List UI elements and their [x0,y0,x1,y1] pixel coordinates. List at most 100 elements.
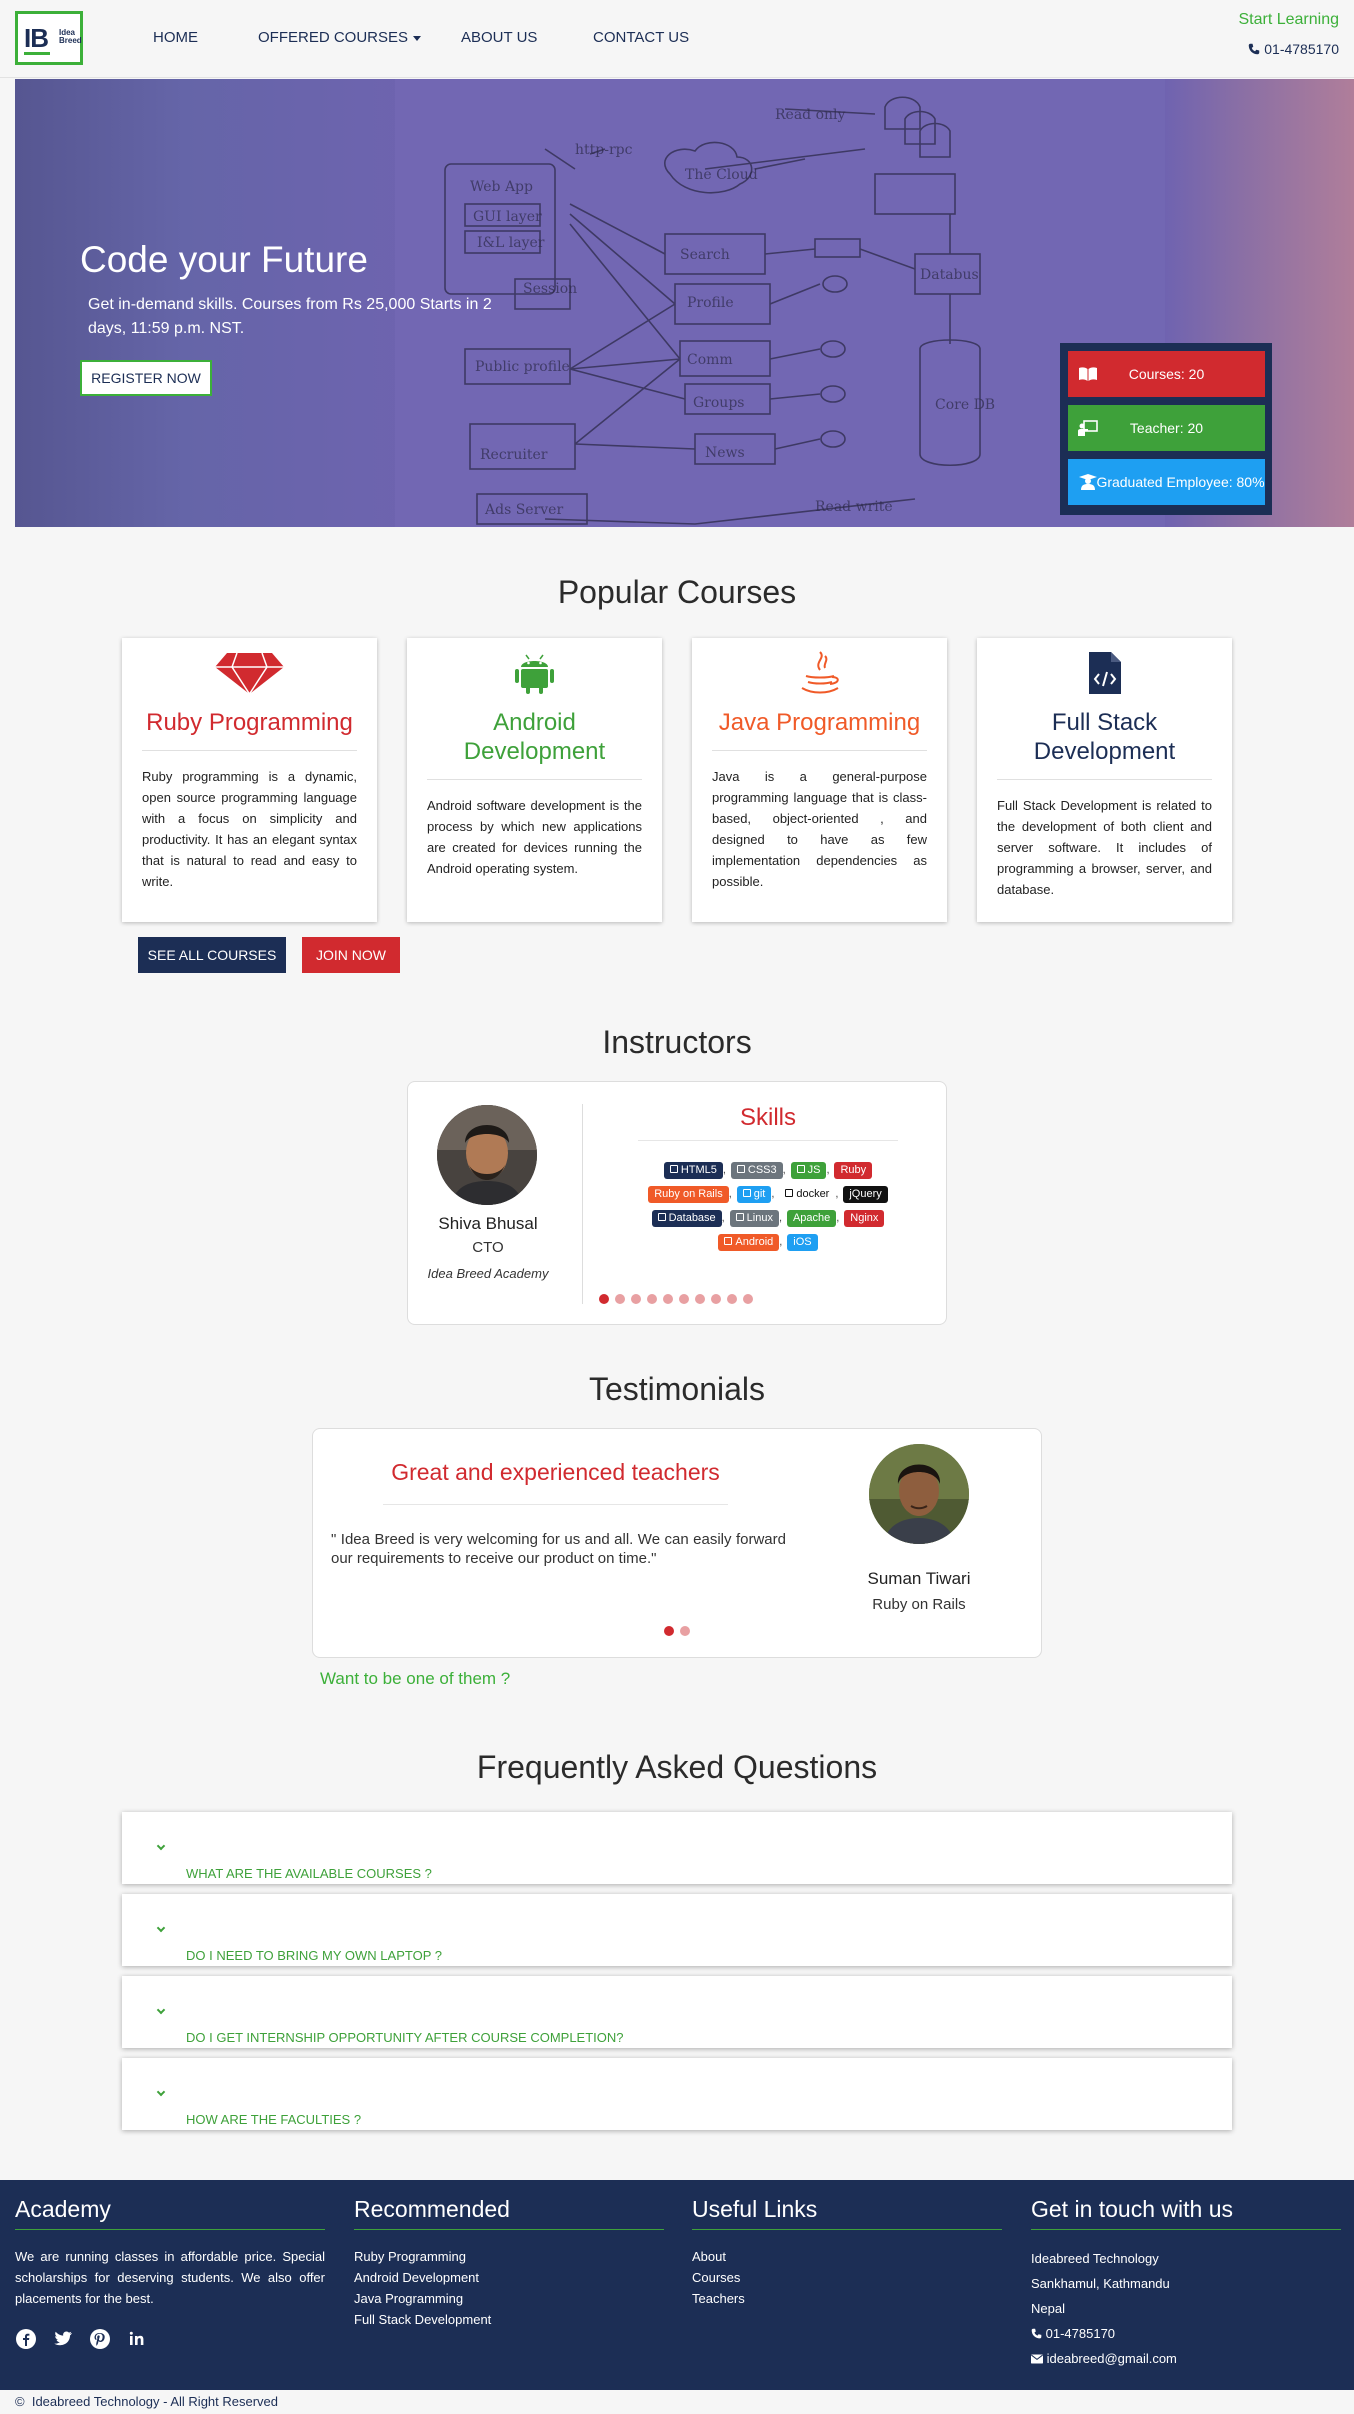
skill-badge: HTML5 [663,1162,723,1179]
copyright-text: Ideabreed Technology - All Right Reserve… [31,2394,279,2409]
footer-contact: Get in touch with us Ideabreed Technolog… [1031,2196,1341,2371]
facebook-icon[interactable] [15,2328,37,2350]
stat-courses: Courses: 20 [1068,351,1265,397]
logo-text: Idea Breed [59,28,82,45]
popular-courses-title: Popular Courses [557,574,797,610]
nav-phone[interactable]: 01-4785170 [1248,41,1339,57]
skill-badge: Apache [786,1210,837,1227]
svg-text:I&L layer: I&L layer [477,235,545,251]
gem-icon [215,652,284,696]
carousel-dot[interactable] [663,1294,673,1304]
carousel-dot[interactable] [743,1294,753,1304]
carousel-dot[interactable] [599,1294,609,1304]
svg-text:Session: Session [523,281,577,297]
chevron-down-icon [156,1841,166,1851]
svg-text:Public profile: Public profile [475,359,570,375]
skills-title: Skills [739,1104,796,1131]
carousel-dot[interactable] [695,1294,705,1304]
footer-phone[interactable]: 01-4785170 [1031,2321,1341,2346]
svg-text:News: News [705,445,745,461]
course-title: Java Programming [718,709,921,736]
stat-graduated-label: Graduated Employee: 80% [1096,474,1265,490]
database-icon [657,1213,666,1221]
footer-divider [1031,2229,1341,2230]
skill-badge: Android [718,1234,780,1251]
skill-badge: Ruby on Rails [648,1186,729,1203]
start-learning-link[interactable]: Start Learning [1238,11,1339,29]
footer-company: Ideabreed Technology [1031,2251,1159,2266]
nav-phone-number: 01-4785170 [1264,41,1339,57]
want-to-be-one-link[interactable]: Want to be one of them ? [320,1669,510,1689]
faq-item[interactable]: DO I GET INTERNSHIP OPPORTUNITY AFTER CO… [122,1976,1232,2048]
testimonial-course: Ruby on Rails [872,1596,966,1613]
carousel-dot[interactable] [615,1294,625,1304]
hero-banner: Web App GUI layer I&L layer Session Search P… [15,79,1354,527]
join-now-button[interactable]: JOIN NOW [302,937,400,973]
footer-link[interactable]: Java Programming [354,2288,664,2309]
testimonial-divider [383,1504,728,1505]
twitter-icon[interactable] [52,2328,74,2350]
skill-row: Database , Linux , Apache , Nginx [608,1210,928,1227]
carousel-dot[interactable] [631,1294,641,1304]
footer-link[interactable]: Courses [692,2267,1002,2288]
course-card-fullstack[interactable]: Full Stack Development Full Stack Develo… [977,638,1232,922]
navbar: IB Idea Breed HOME OFFERED COURSES ABOUT … [0,0,1354,78]
carousel-dot[interactable] [647,1294,657,1304]
faq-question: HOW ARE THE FACULTIES ? [154,2085,361,2127]
nav-about-us[interactable]: ABOUT US [461,29,537,46]
faq-item[interactable]: WHAT ARE THE AVAILABLE COURSES ? [122,1812,1232,1884]
footer-link[interactable]: Full Stack Development [354,2309,664,2330]
instructor-avatar [437,1105,537,1205]
carousel-dot[interactable] [664,1626,674,1636]
nav-contact-us[interactable]: CONTACT US [593,29,689,46]
svg-text:Web App: Web App [470,179,533,195]
see-all-courses-button[interactable]: SEE ALL COURSES [138,937,286,973]
course-divider [712,750,927,751]
course-description: Ruby programming is a dynamic, open sour… [142,769,357,889]
course-title: Full Stack Development [1033,709,1176,765]
footer-link[interactable]: Android Development [354,2267,664,2288]
svg-text:Recruiter: Recruiter [480,447,548,463]
testimonials-title: Testimonials [588,1371,766,1407]
footer-link[interactable]: Ruby Programming [354,2246,664,2267]
carousel-dot[interactable] [727,1294,737,1304]
linux-icon [735,1213,744,1221]
svg-text:Profile: Profile [687,295,734,311]
nav-offered-courses[interactable]: OFFERED COURSES [258,29,422,46]
faq-item[interactable]: HOW ARE THE FACULTIES ? [122,2058,1232,2130]
faq-item[interactable]: DO I NEED TO BRING MY OWN LAPTOP ? [122,1894,1232,1966]
testimonial-name: Suman Tiwari [867,1569,971,1588]
footer-email[interactable]: ideabreed@gmail.com [1031,2346,1341,2371]
course-card-ruby[interactable]: Ruby Programming Ruby programming is a d… [122,638,377,922]
svg-text:GUI layer: GUI layer [473,209,542,225]
course-card-android[interactable]: Android Development Android software dev… [407,638,662,922]
course-divider [142,750,357,751]
ideabreed-logo[interactable]: IB Idea Breed [15,11,83,65]
stat-courses-label: Courses: 20 [1128,366,1205,382]
skill-row: Ruby on Rails , git , docker , jQuery [608,1186,928,1203]
footer-address-line2: Nepal [1031,2301,1065,2316]
carousel-dot[interactable] [711,1294,721,1304]
skill-row: Android , iOS [608,1234,928,1251]
carousel-dot[interactable] [680,1626,690,1636]
course-card-java[interactable]: Java Programming Java is a general-purpo… [692,638,947,922]
html5-icon [669,1165,678,1173]
footer-link[interactable]: About [692,2246,1002,2267]
svg-text:http-rpc: http-rpc [575,142,633,158]
hero-title: Code your Future [80,239,368,280]
nav-home[interactable]: HOME [153,29,198,46]
faq-question: DO I GET INTERNSHIP OPPORTUNITY AFTER CO… [154,2003,624,2045]
phone-icon [1249,43,1260,55]
carousel-dot[interactable] [679,1294,689,1304]
android-icon [515,654,554,694]
footer-phone-number: 01-4785170 [1045,2326,1116,2341]
register-now-button[interactable]: REGISTER NOW [80,360,212,396]
chevron-down-icon [156,2005,166,2015]
course-description: Android software development is the proc… [427,798,642,876]
footer-link[interactable]: Teachers [692,2288,1002,2309]
logo-mark: IB [24,23,49,53]
svg-text:Groups: Groups [693,395,744,411]
linkedin-icon[interactable] [126,2328,148,2350]
pinterest-icon[interactable] [89,2328,111,2350]
skill-badge: Nginx [844,1210,885,1227]
